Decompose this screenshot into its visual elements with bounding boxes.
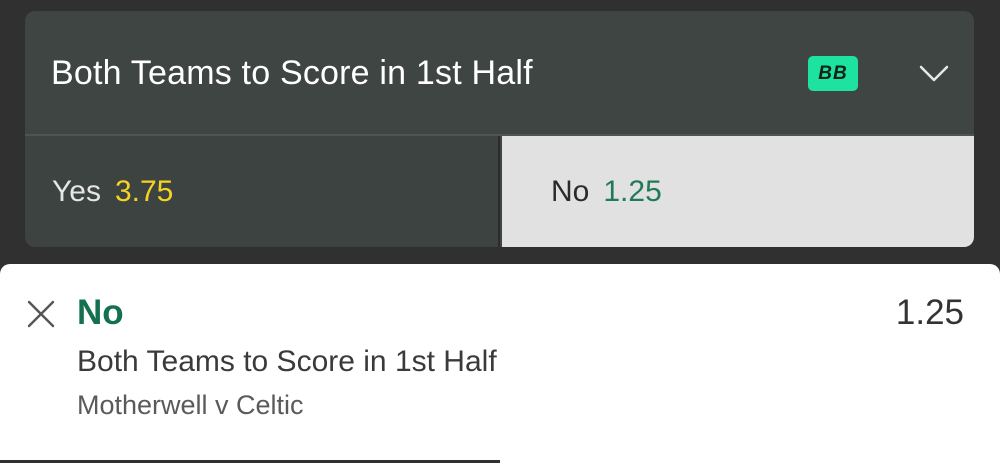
betslip-selection: No: [77, 293, 124, 332]
betslip-market: Both Teams to Score in 1st Half: [77, 345, 497, 378]
outcome-yes-odds: 3.75: [114, 174, 174, 208]
outcome-no-button[interactable]: No 1.25: [502, 136, 974, 247]
market-header[interactable]: Both Teams to Score in 1st Half BB: [25, 11, 974, 134]
outcome-no-label: No: [551, 174, 590, 208]
outcome-no-odds: 1.25: [603, 174, 662, 208]
betslip-odds: 1.25: [895, 293, 964, 332]
bet-builder-badge: BB: [808, 56, 858, 91]
outcome-yes-button[interactable]: Yes 3.75: [25, 136, 500, 247]
market-title: Both Teams to Score in 1st Half: [51, 54, 533, 92]
market-card: Both Teams to Score in 1st Half BB Yes 3…: [25, 11, 974, 247]
betslip-event: Motherwell v Celtic: [77, 390, 304, 420]
chevron-down-icon[interactable]: [918, 61, 950, 85]
close-icon[interactable]: [26, 299, 56, 329]
outcome-yes-label: Yes: [52, 174, 101, 208]
